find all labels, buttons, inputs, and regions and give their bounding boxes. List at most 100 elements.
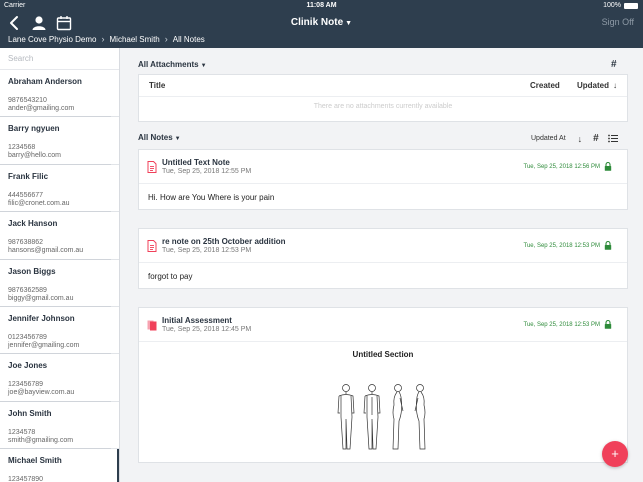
patient-phone: 444556677 <box>8 191 44 199</box>
patient-phone: 987638862 <box>8 239 44 247</box>
patient-list-item-selected[interactable]: Michael Smith 123457890 <box>0 449 119 482</box>
attachments-empty-message: There are no attachments currently avail… <box>313 103 453 110</box>
patient-email: smith@gmailing.com <box>8 436 74 444</box>
note-title: Initial Assessment <box>162 316 232 325</box>
patient-phone: 123456789 <box>8 381 44 389</box>
patient-name: Barry ngyuen <box>8 124 60 134</box>
note-body: Hi. How are You Where is your pain <box>148 193 275 202</box>
col-updated-label: Updated <box>577 81 609 90</box>
breadcrumb-current: All Notes <box>172 34 205 44</box>
note-body: forgot to pay <box>148 272 193 281</box>
breadcrumb-clinic[interactable]: Lane Cove Physio Demo <box>8 35 97 44</box>
note-updated-time: Tue, Sep 25, 2018 12:56 PM <box>523 163 601 170</box>
navigation-bar: Clinik Note ▼ Sign Off Lane Cove Physio D… <box>0 11 643 48</box>
attachments-filter-label: All Attachments <box>138 60 199 69</box>
patient-list-item[interactable]: Barry ngyuen 1234568 barry@hello.com <box>0 117 119 166</box>
patient-list-item[interactable]: Jason Biggs 9876362589 biggy@gmail.com.a… <box>0 260 119 308</box>
patient-email: biggy@gmail.com.au <box>8 294 74 302</box>
patient-email: filic@cronet.com.au <box>8 199 70 207</box>
text-note-icon <box>147 240 157 252</box>
chevron-right-icon: › <box>164 34 168 44</box>
note-updated-time: Tue, Sep 25, 2018 12:53 PM <box>523 242 601 249</box>
sort-label[interactable]: Updated At <box>531 135 566 142</box>
note-updated: Tue, Sep 25, 2018 12:56 PM <box>524 162 613 171</box>
chevron-right-icon: › <box>101 34 105 44</box>
patient-list-item[interactable]: Jack Hanson 987638862 hansons@gmail.com.… <box>0 212 119 260</box>
note-header: Initial Assessment Tue, Sep 25, 2018 12:… <box>139 308 627 342</box>
battery-icon <box>624 2 638 9</box>
battery-percent: 100% <box>603 2 621 9</box>
patient-name: Frank Filic <box>8 171 49 181</box>
patient-list-item[interactable]: Abraham Anderson 9876543210 ander@gmaili… <box>0 70 119 118</box>
add-note-button[interactable]: + <box>602 441 628 467</box>
notes-filter-dropdown[interactable]: All Notes ▼ <box>138 133 181 142</box>
app-title: Clinik Note <box>290 17 344 28</box>
note-card[interactable]: Untitled Text Note Tue, Sep 25, 2018 12:… <box>138 149 628 210</box>
note-updated: Tue, Sep 25, 2018 12:53 PM <box>524 320 613 329</box>
patient-name: Jack Hanson <box>8 219 58 229</box>
patient-phone: 9876362589 <box>8 286 47 294</box>
main-content: All Attachments ▼ # Title Created Updated… <box>121 48 643 482</box>
col-title[interactable]: Title <box>149 81 530 90</box>
app-title-dropdown[interactable]: Clinik Note ▼ <box>0 17 643 28</box>
note-date: Tue, Sep 25, 2018 12:55 PM <box>162 168 252 175</box>
note-header: Untitled Text Note Tue, Sep 25, 2018 12:… <box>139 150 627 184</box>
patient-email: hansons@gmail.com.au <box>8 247 84 255</box>
attachments-table-header: Title Created Updated ↓ <box>139 75 627 97</box>
patient-name: John Smith <box>8 408 52 418</box>
patient-phone: 1234578 <box>8 428 36 436</box>
section-title: Untitled Section <box>352 350 414 359</box>
status-bar: Carrier 11:08 AM 100% <box>0 0 643 11</box>
patient-email: joe@bayview.com.au <box>8 389 75 397</box>
note-date: Tue, Sep 25, 2018 12:53 PM <box>162 247 252 254</box>
lock-icon <box>604 320 612 329</box>
body-chart-diagram[interactable] <box>332 383 432 453</box>
caret-down-icon: ▼ <box>200 63 207 69</box>
note-header: re note on 25th October addition Tue, Se… <box>139 229 627 263</box>
patient-list-item[interactable]: Joe Jones 123456789 joe@bayview.com.au <box>0 354 119 403</box>
patient-email: ander@gmailing.com <box>8 105 75 112</box>
lock-icon <box>604 241 612 250</box>
patient-list-item[interactable]: John Smith 1234578 smith@gmailing.com <box>0 402 119 450</box>
note-title: re note on 25th October addition <box>162 237 286 246</box>
note-updated-time: Tue, Sep 25, 2018 12:53 PM <box>523 321 601 328</box>
patient-sidebar: Search Abraham Anderson 9876543210 ander… <box>0 48 120 482</box>
notes-filter-label: All Notes <box>138 133 173 142</box>
breadcrumb-patient[interactable]: Michael Smith <box>110 35 160 44</box>
patient-phone: 1234568 <box>8 144 36 152</box>
list-view-icon[interactable] <box>607 134 618 143</box>
note-card[interactable]: re note on 25th October addition Tue, Se… <box>138 228 628 289</box>
lock-icon <box>604 162 612 171</box>
patient-list-item[interactable]: Frank Filic 444556677 filic@cronet.com.a… <box>0 165 119 213</box>
search-input[interactable]: Search <box>0 48 119 70</box>
clock: 11:08 AM <box>306 2 337 9</box>
hash-icon[interactable]: # <box>611 59 617 70</box>
sign-off-button[interactable]: Sign Off <box>602 17 634 27</box>
attachments-filter-dropdown[interactable]: All Attachments ▼ <box>138 60 207 69</box>
patient-name: Joe Jones <box>8 361 48 371</box>
patient-name: Michael Smith <box>8 456 62 466</box>
patient-list-item[interactable]: Jennifer Johnson 0123456789 jennifer@gma… <box>0 307 119 355</box>
patient-name: Jason Biggs <box>8 266 56 276</box>
patient-email: barry@hello.com <box>8 152 62 160</box>
hash-icon[interactable]: # <box>593 133 599 144</box>
arrow-down-icon: ↓ <box>613 81 617 90</box>
attachments-table: Title Created Updated ↓ There are no att… <box>138 74 628 122</box>
note-date: Tue, Sep 25, 2018 12:45 PM <box>162 326 252 333</box>
patient-phone: 0123456789 <box>8 333 47 341</box>
battery-indicator: 100% <box>603 2 638 9</box>
note-card[interactable]: Initial Assessment Tue, Sep 25, 2018 12:… <box>138 307 628 463</box>
notes-sort-controls: Updated At ↓ # <box>531 133 618 144</box>
caret-down-icon: ▼ <box>174 136 181 142</box>
caret-down-icon: ▼ <box>345 20 353 27</box>
note-updated: Tue, Sep 25, 2018 12:53 PM <box>524 241 613 250</box>
patient-email: jennifer@gmailing.com <box>8 341 80 349</box>
sort-direction-arrow-icon[interactable]: ↓ <box>578 134 583 144</box>
text-note-icon <box>147 161 157 173</box>
patient-phone: 9876543210 <box>8 97 47 104</box>
col-created[interactable]: Created <box>530 81 577 90</box>
patient-phone: 123457890 <box>8 476 44 482</box>
note-title: Untitled Text Note <box>162 158 230 167</box>
breadcrumb: Lane Cove Physio Demo › Michael Smith › … <box>8 34 205 44</box>
col-updated[interactable]: Updated ↓ <box>577 81 617 90</box>
